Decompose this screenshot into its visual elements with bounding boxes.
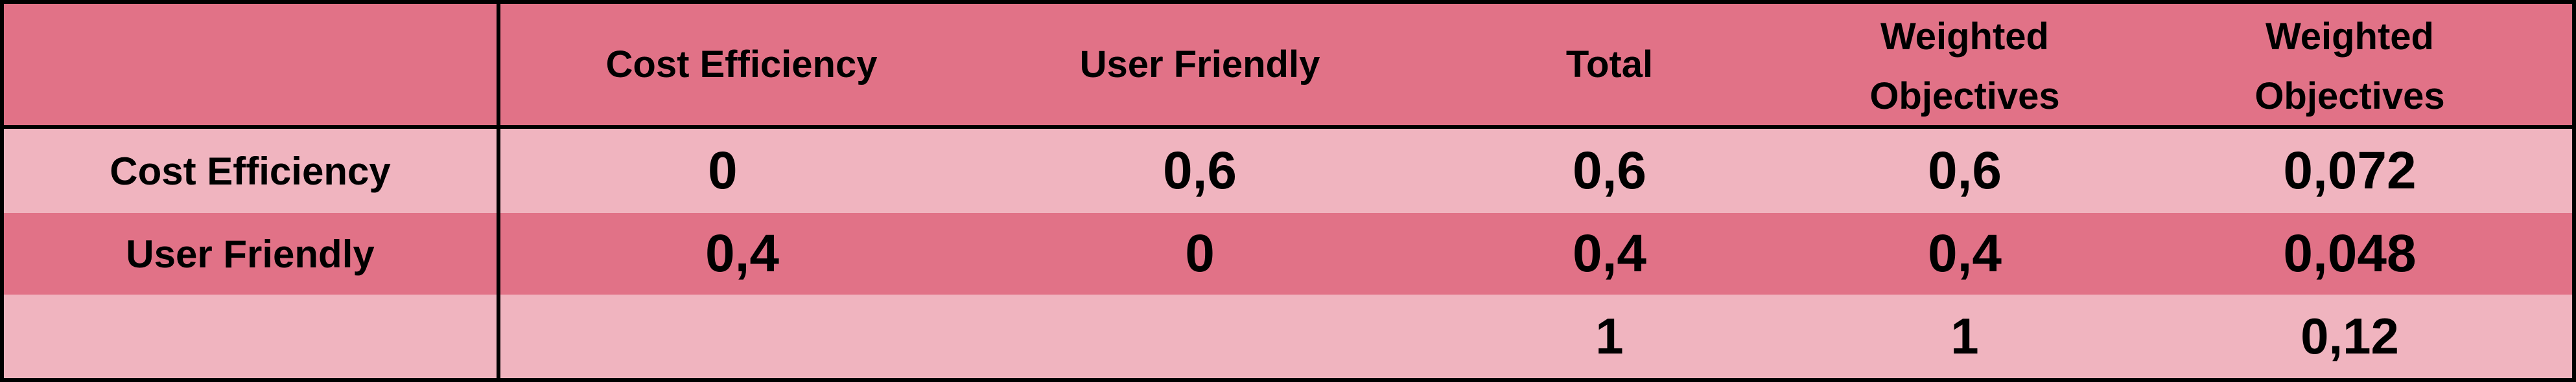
cell-weighted-objectives-1: 0,4	[1928, 224, 2002, 283]
cell-weighted-objectives-2: 0,12	[2301, 308, 2399, 365]
header-user-friendly: User Friendly	[1079, 43, 1320, 85]
objectives-table: Cost Efficiency User Friendly Total Weig…	[0, 0, 2576, 382]
header-cost-efficiency: Cost Efficiency	[605, 43, 878, 85]
cell-user-friendly	[983, 295, 1417, 378]
cell-total: 1	[1595, 308, 1624, 365]
table-row: User Friendly 0,4 0 0,4 0,4 0,048	[4, 213, 2572, 295]
table-row-totals: 1 1 0,12	[4, 295, 2572, 378]
header-weighted-objectives-1: Weighted Objectives	[1869, 15, 2060, 117]
cell-user-friendly: 0,6	[1163, 141, 1237, 200]
header-weighted-objectives-2: Weighted Objectives	[2254, 15, 2445, 117]
cell-weighted-objectives-1: 1	[1950, 308, 1979, 365]
cell-cost-efficiency	[500, 295, 983, 378]
row-label: User Friendly	[4, 213, 500, 295]
cell-weighted-objectives-2: 0,072	[2283, 141, 2417, 200]
cell-weighted-objectives-1: 0,6	[1928, 141, 2002, 200]
table-row: Cost Efficiency 0 0,6 0,6 0,6 0,072	[4, 129, 2572, 213]
cell-cost-efficiency: 0	[708, 141, 738, 200]
cell-total: 0,6	[1573, 141, 1646, 200]
table-header-row: Cost Efficiency User Friendly Total Weig…	[4, 4, 2572, 129]
cell-weighted-objectives-2: 0,048	[2283, 224, 2417, 283]
row-label	[4, 295, 500, 378]
row-label: Cost Efficiency	[4, 129, 500, 213]
cell-total: 0,4	[1573, 224, 1646, 283]
header-total: Total	[1565, 43, 1654, 85]
cell-cost-efficiency: 0,4	[705, 224, 779, 283]
cell-user-friendly: 0	[1185, 224, 1215, 283]
header-corner-cell	[4, 4, 500, 125]
